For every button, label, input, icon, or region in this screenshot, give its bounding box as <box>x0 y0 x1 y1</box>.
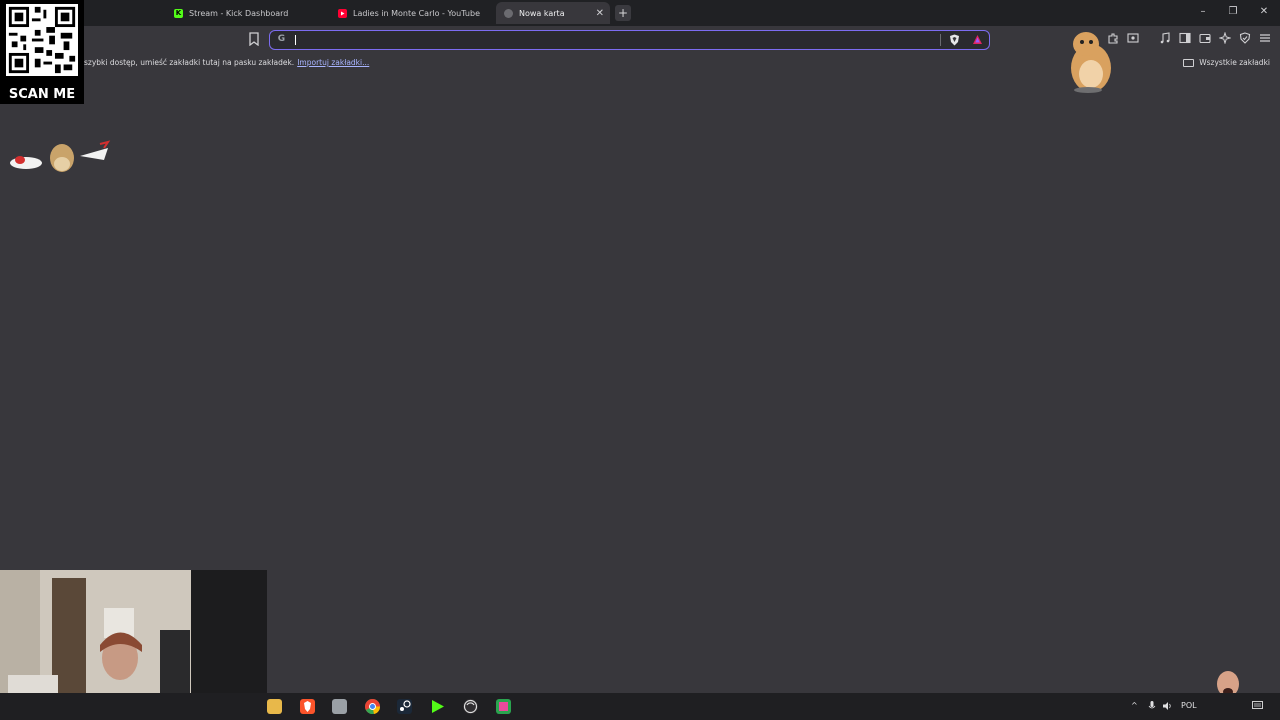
folder-icon <box>1183 58 1195 67</box>
steam-icon[interactable] <box>397 699 412 714</box>
vpn-icon[interactable] <box>1238 32 1252 46</box>
chrome-icon[interactable] <box>365 699 381 715</box>
leo-ai-icon[interactable] <box>1218 31 1232 46</box>
notifications-icon[interactable] <box>1252 701 1263 713</box>
tab-bar: K Stream - Kick Dashboard Ladies in Mont… <box>0 0 1280 26</box>
brave-tab-icon <box>504 8 513 18</box>
game-launcher-icon[interactable] <box>430 699 445 714</box>
taskbar: ^ POL <box>0 693 1280 720</box>
volume-icon[interactable] <box>1163 701 1173 713</box>
brave-shield-icon[interactable] <box>949 34 960 46</box>
microphone-icon[interactable] <box>1148 701 1156 713</box>
qr-code-icon <box>6 4 78 76</box>
stream-app-icon[interactable] <box>496 699 511 714</box>
all-bookmarks-label: Wszystkie zakładki <box>1199 58 1270 67</box>
bookmarks-hint-text: szybki dostęp, umieść zakładki tutaj na … <box>84 58 295 67</box>
import-bookmarks-link[interactable]: Importuj zakładki... <box>297 58 369 67</box>
app-icon[interactable] <box>332 699 347 714</box>
media-icon[interactable] <box>1158 32 1172 46</box>
tab-label: Nowa karta <box>519 8 565 18</box>
address-input[interactable] <box>292 32 932 48</box>
qr-code-overlay: SCAN ME <box>0 0 84 104</box>
hamster-sticker-image <box>1071 32 1111 93</box>
tab-label: Ladies in Monte Carlo - YouTube <box>353 8 480 18</box>
qr-code-label: SCAN ME <box>8 87 76 102</box>
cat-sticker-image <box>10 140 111 172</box>
youtube-icon <box>338 8 347 18</box>
omnibox-divider <box>940 34 941 46</box>
close-tab-icon[interactable]: ✕ <box>596 8 604 19</box>
obs-icon[interactable] <box>463 699 478 714</box>
text-caret <box>295 35 296 45</box>
bookmarks-bar-message: szybki dostęp, umieść zakładki tutaj na … <box>84 58 369 67</box>
new-tab-button[interactable]: + <box>615 5 631 21</box>
all-bookmarks-button[interactable]: Wszystkie zakładki <box>1183 58 1270 67</box>
file-explorer-icon[interactable] <box>267 699 282 714</box>
restore-button[interactable]: ❐ <box>1226 6 1240 17</box>
brave-icon[interactable] <box>300 699 315 714</box>
menu-icon[interactable] <box>1258 32 1272 46</box>
tab-new-tab[interactable]: Nowa karta ✕ <box>496 2 610 24</box>
tray-chevron-icon[interactable]: ^ <box>1131 701 1138 710</box>
tab-kick-dashboard[interactable]: K Stream - Kick Dashboard <box>166 2 328 24</box>
google-icon: G <box>277 34 286 44</box>
tab-youtube[interactable]: Ladies in Monte Carlo - YouTube <box>330 2 492 24</box>
address-bar[interactable]: G <box>269 30 990 50</box>
screenshot-icon[interactable] <box>1126 32 1140 46</box>
wallet-icon[interactable] <box>1198 32 1212 46</box>
sidebar-icon[interactable] <box>1178 32 1192 46</box>
minimize-button[interactable]: – <box>1196 6 1210 17</box>
language-indicator[interactable]: POL <box>1181 701 1197 710</box>
kick-icon: K <box>174 8 183 18</box>
tab-label: Stream - Kick Dashboard <box>189 8 289 18</box>
bookmark-icon[interactable] <box>248 32 260 46</box>
close-window-button[interactable]: ✕ <box>1257 6 1271 17</box>
brave-rewards-icon[interactable] <box>972 34 983 45</box>
